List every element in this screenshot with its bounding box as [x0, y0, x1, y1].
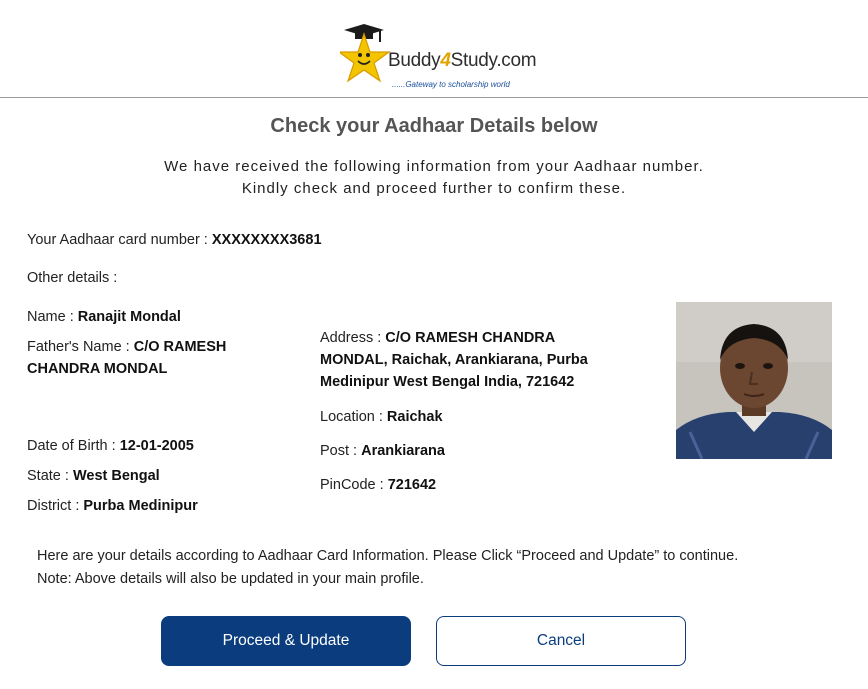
address-value-line3: Medinipur West Bengal India, 721642: [320, 374, 575, 390]
name-value: Ranajit Mondal: [77, 309, 181, 325]
buddy4study-logo[interactable]: Buddy4Study.com ......Gateway to scholar…: [340, 22, 537, 92]
state-row: State : West Bengal: [27, 465, 160, 487]
post-value: Arankiarana: [361, 443, 445, 459]
dob-label: Date of Birth :: [27, 438, 120, 454]
location-value: Raichak: [386, 409, 443, 425]
address-label: Address :: [320, 330, 386, 346]
cancel-button[interactable]: Cancel: [436, 616, 686, 666]
post-label: Post :: [320, 443, 362, 459]
father-name-label: Father's Name :: [27, 339, 134, 355]
subtitle-line-1: We have received the following informati…: [164, 158, 704, 175]
proceed-update-button[interactable]: Proceed & Update: [161, 616, 411, 666]
aadhaar-number-row: Your Aadhaar card number : XXXXXXXX3681: [27, 229, 322, 251]
info-note-line-2: Note: Above details will also be updated…: [37, 571, 424, 587]
district-value: Purba Medinipur: [83, 498, 198, 514]
pincode-label: PinCode :: [320, 477, 388, 493]
state-label: State :: [27, 468, 73, 484]
address-value-line2: MONDAL, Raichak, Arankiarana, Purba: [320, 352, 588, 368]
location-label: Location :: [320, 409, 387, 425]
state-value: West Bengal: [72, 468, 160, 484]
other-details-label: Other details :: [27, 270, 118, 286]
pincode-row: PinCode : 721642: [320, 474, 436, 496]
dob-value: 12-01-2005: [119, 438, 194, 454]
page-header: Buddy4Study.com ......Gateway to scholar…: [0, 0, 868, 98]
father-name-row: Father's Name : C/O RAMESH CHANDRA MONDA…: [27, 336, 297, 380]
dob-row: Date of Birth : 12-01-2005: [27, 435, 194, 457]
pincode-value: 721642: [387, 477, 437, 493]
aadhaar-photo: [676, 302, 832, 459]
district-row: District : Purba Medinipur: [27, 495, 198, 517]
aadhaar-number-value: XXXXXXXX3681: [211, 232, 322, 248]
aadhaar-number-label: Your Aadhaar card number :: [27, 232, 212, 248]
location-row: Location : Raichak: [320, 406, 443, 428]
subtitle-line-2: Kindly check and proceed further to conf…: [241, 180, 627, 197]
father-name-value: C/O RAMESH: [133, 339, 227, 355]
info-note: Here are your details according to Aadha…: [37, 545, 738, 591]
page-subtitle: We have received the following informati…: [0, 156, 868, 200]
logo-tagline: ......Gateway to scholarship world: [392, 80, 510, 89]
district-label: District :: [27, 498, 84, 514]
page-title: Check your Aadhaar Details below: [270, 115, 598, 137]
info-note-line-1: Here are your details according to Aadha…: [37, 548, 739, 564]
logo-wordmark: Buddy4Study.com: [388, 50, 537, 71]
post-row: Post : Arankiarana: [320, 440, 445, 462]
father-name-value-line2: CHANDRA MONDAL: [27, 361, 168, 377]
address-row: Address : C/O RAMESH CHANDRA MONDAL, Rai…: [320, 327, 650, 393]
person-photo-icon: [676, 302, 832, 459]
name-label: Name :: [27, 309, 78, 325]
name-row: Name : Ranajit Mondal: [27, 306, 181, 328]
address-value: C/O RAMESH CHANDRA: [385, 330, 556, 346]
